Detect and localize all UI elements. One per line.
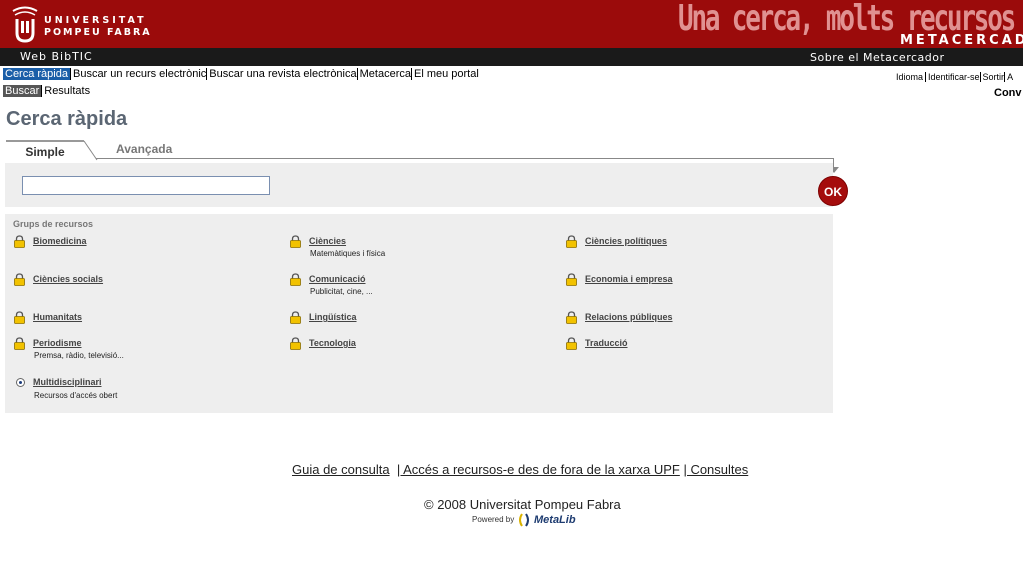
footer-acces[interactable]: | Accés a recursos-e des de fora de la x… [397,462,680,477]
tab-simple[interactable]: Simple [6,140,84,162]
resource-desc: Publicitat, cine, ... [310,287,373,296]
resource-name[interactable]: Ciències [309,236,346,246]
nav-el-meu-portal[interactable]: El meu portal [410,68,479,80]
nav-buscar-revista[interactable]: Buscar una revista electrònica [206,68,357,80]
tab-avancada[interactable]: Avançada [116,142,172,156]
lock-icon [566,337,577,350]
page-title: Cerca ràpida [6,108,128,130]
site-name[interactable]: Web BibTIC [20,50,93,63]
lock-icon [290,311,301,324]
lock-icon [566,235,577,248]
metacercador-wordmark: METACERCADO [900,33,1023,48]
conv-label: Conv [994,87,1022,99]
lock-icon [290,337,301,350]
utility-nav: Idioma Identificar-se Sortir A [896,72,1014,82]
lock-icon [566,311,577,324]
util-a[interactable]: A [1004,72,1014,82]
nav-metacerca[interactable]: Metacerca [356,68,411,80]
resource-name[interactable]: Relacions públiques [585,312,673,322]
search-input[interactable] [22,176,270,195]
nav-buscar-recurs[interactable]: Buscar un recurs electrònic [69,68,207,80]
radio-selected-icon[interactable] [16,378,25,387]
util-sortir[interactable]: Sortir [979,72,1005,82]
util-idioma[interactable]: Idioma [896,72,925,82]
upf-logo [12,6,38,43]
sub-nav: Buscar Resultats [3,85,91,97]
ok-button[interactable]: OK [818,176,848,206]
lock-icon [14,337,25,350]
lock-icon [566,273,577,286]
resource-name[interactable]: Tecnologia [309,338,356,348]
resource-name[interactable]: Ciències polítiques [585,236,667,246]
resource-name[interactable]: Biomedicina [33,236,87,246]
resource-desc: Recursos d'accés obert [34,391,118,400]
resource-name[interactable]: Multidisciplinari [33,377,102,387]
resource-name[interactable]: Periodisme [33,338,82,348]
lock-icon [14,235,25,248]
lock-icon [14,311,25,324]
metalib-logo [519,513,529,527]
about-metacercador-link[interactable]: Sobre el Metacercador [810,51,945,64]
footer-consultes[interactable]: | Consultes [683,462,748,477]
top-nav: Cerca ràpida Buscar un recurs electrònic B… [3,68,479,80]
header-banner: UNIVERSITAT POMPEU FABRA Una cerca, molt… [0,0,1023,48]
resource-name[interactable]: Traducció [585,338,628,348]
resource-name[interactable]: Comunicació [309,274,366,284]
resource-name[interactable]: Lingüística [309,312,357,322]
metalib-wordmark: MetaLib [534,514,576,526]
resource-groups-panel [5,214,833,413]
subnav-resultats[interactable]: Resultats [41,85,91,97]
copyright: © 2008 Universitat Pompeu Fabra [424,497,621,512]
resource-desc: Premsa, ràdio, televisió... [34,351,124,360]
groups-title: Grups de recursos [13,219,94,229]
resource-name[interactable]: Economia i empresa [585,274,673,284]
resource-name[interactable]: Humanitats [33,312,82,322]
powered-by: Powered by [472,515,515,524]
lock-icon [290,235,301,248]
footer-guia[interactable]: Guia de consulta [292,462,390,477]
lock-icon [290,273,301,286]
subnav-buscar[interactable]: Buscar [3,85,42,97]
footer-links: Guia de consulta | Accés a recursos-e de… [292,462,748,477]
nav-cerca-rapida[interactable]: Cerca ràpida [3,68,70,80]
resource-desc: Matemàtiques i física [310,249,386,258]
util-identificar[interactable]: Identificar-se [925,72,980,82]
university-name: UNIVERSITAT POMPEU FABRA [44,15,152,38]
tab-underline [96,158,833,159]
lock-icon [14,273,25,286]
resource-name[interactable]: Ciències socials [33,274,103,284]
